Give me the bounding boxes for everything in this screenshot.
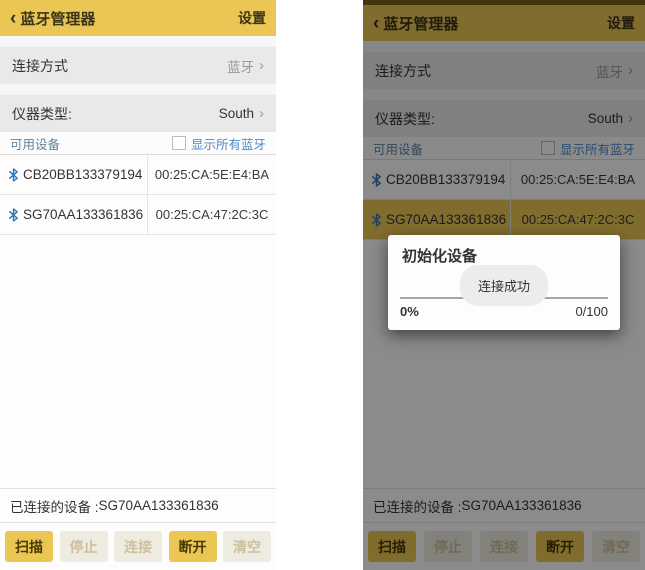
chevron-right-icon: ›: [259, 105, 264, 122]
scan-button[interactable]: 扫描: [5, 531, 53, 562]
connect-button: 连接: [114, 531, 162, 562]
progress-percent: 0%: [400, 304, 419, 319]
show-all-label[interactable]: 显示所有蓝牙: [191, 134, 266, 153]
back-icon[interactable]: ‹: [10, 9, 16, 28]
show-all-checkbox[interactable]: [171, 136, 186, 150]
device-row[interactable]: SG70AA133361836 00:25:CA:47:2C:3C: [0, 195, 276, 235]
device-list-header: 可用设备 显示所有蓝牙: [0, 132, 276, 155]
section-divider: [0, 36, 276, 47]
connect-success-toast: 连接成功: [459, 265, 549, 306]
bluetooth-icon: [9, 167, 18, 182]
instrument-type-row[interactable]: 仪器类型: South ›: [0, 95, 276, 132]
connected-value: SG70AA133361836: [98, 498, 219, 513]
connected-device-bar: 已连接的设备 : SG70AA133361836: [0, 488, 276, 522]
device-name: CB20BB133379194: [23, 167, 143, 182]
settings-button[interactable]: 设置: [238, 8, 266, 28]
bluetooth-icon: [9, 207, 18, 222]
chevron-right-icon: ›: [259, 57, 264, 74]
device-mac: 00:25:CA:5E:E4:BA: [154, 167, 270, 182]
nav-header: ‹ 蓝牙管理器 设置: [0, 0, 276, 36]
action-button-bar: 扫描 停止 连接 断开 清空: [0, 522, 276, 570]
right-panel: ‹ 蓝牙管理器 设置 连接方式 蓝牙 › 仪器类型: South › 可用设备 …: [363, 0, 645, 570]
device-name: SG70AA133361836: [23, 207, 144, 222]
empty-area: [0, 235, 276, 488]
connection-method-row[interactable]: 连接方式 蓝牙 ›: [0, 47, 276, 84]
disconnect-button[interactable]: 断开: [168, 531, 217, 562]
dialog-title: 初始化设备: [402, 248, 478, 265]
left-panel: ‹ 蓝牙管理器 设置 连接方式 蓝牙 › 仪器类型: South › 可用设备 …: [0, 0, 276, 570]
device-mac: 00:25:CA:47:2C:3C: [155, 207, 269, 222]
page-title: 蓝牙管理器: [20, 10, 96, 28]
section-divider: [0, 84, 276, 95]
instrument-type-label: 仪器类型:: [12, 105, 72, 122]
device-row[interactable]: CB20BB133379194 00:25:CA:5E:E4:BA: [0, 155, 276, 195]
connection-method-value: 蓝牙: [227, 59, 254, 75]
connection-method-label: 连接方式: [12, 57, 68, 74]
stop-button: 停止: [59, 531, 108, 562]
instrument-type-value: South: [218, 106, 254, 121]
available-devices-label: 可用设备: [10, 137, 61, 152]
clear-button: 清空: [223, 531, 271, 562]
progress-count: 0/100: [575, 304, 608, 319]
connected-label: 已连接的设备 :: [10, 499, 99, 515]
